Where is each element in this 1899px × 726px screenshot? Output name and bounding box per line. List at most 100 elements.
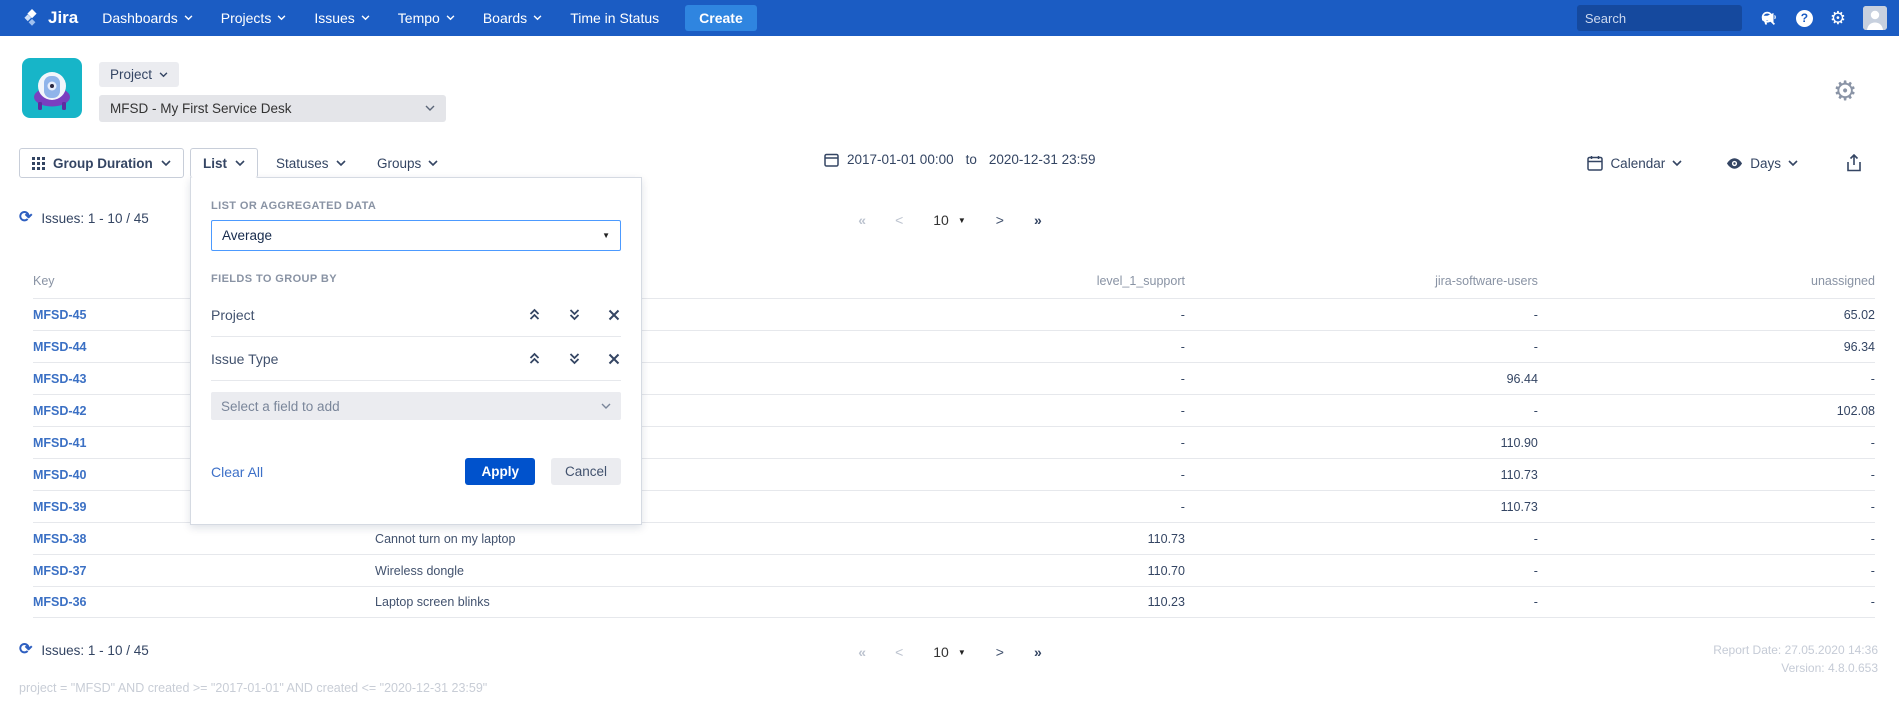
- chevron-down-icon: [277, 15, 286, 21]
- grid-icon: [32, 157, 45, 170]
- calendar-icon: [1587, 155, 1603, 171]
- cell-jira-software-users: -: [1185, 340, 1538, 354]
- chevron-down-icon: [235, 160, 245, 167]
- settings-gear-icon[interactable]: ⚙︎: [1833, 78, 1857, 105]
- issue-key-link[interactable]: MFSD-45: [33, 308, 86, 322]
- first-page-button[interactable]: «: [858, 212, 865, 228]
- group-duration-button[interactable]: Group Duration: [19, 148, 184, 178]
- cell-level-1-support: -: [825, 340, 1185, 354]
- nav-item-projects[interactable]: Projects: [221, 10, 287, 26]
- aggregation-select[interactable]: Average ▼: [211, 220, 621, 251]
- prev-page-button[interactable]: <: [895, 644, 903, 660]
- export-icon: [1846, 154, 1862, 172]
- megaphone-icon[interactable]: [1759, 8, 1779, 28]
- project-avatar: [22, 58, 82, 118]
- first-page-button[interactable]: «: [858, 644, 865, 660]
- cell-level-1-support: -: [825, 372, 1185, 386]
- chevron-down-icon: [425, 105, 435, 112]
- nav-menu: Dashboards Projects Issues Tempo Boards …: [102, 10, 659, 26]
- issue-key-link[interactable]: MFSD-41: [33, 436, 86, 450]
- issue-summary: Wireless dongle: [375, 564, 825, 578]
- move-bottom-icon[interactable]: [567, 352, 581, 366]
- table-row: MFSD-37 Wireless dongle 110.70 - -: [33, 554, 1875, 586]
- calendar-icon: [824, 152, 839, 167]
- search-input[interactable]: [1585, 11, 1761, 26]
- gear-icon[interactable]: ⚙︎: [1830, 9, 1846, 27]
- select-arrow-icon: ▼: [602, 231, 610, 240]
- cell-level-1-support: -: [825, 436, 1185, 450]
- apply-button[interactable]: Apply: [465, 458, 535, 485]
- jira-logo[interactable]: Jira: [22, 8, 78, 28]
- create-button[interactable]: Create: [685, 5, 757, 31]
- cell-unassigned: -: [1538, 500, 1875, 514]
- export-button[interactable]: [1846, 154, 1862, 172]
- column-header-jira-software-users: jira-software-users: [1185, 274, 1538, 288]
- cell-jira-software-users: 96.44: [1185, 372, 1538, 386]
- page-size-select[interactable]: 10 ▼: [933, 212, 966, 228]
- groups-button[interactable]: Groups: [377, 148, 438, 178]
- fields-section-label: FIELDS TO GROUP BY: [211, 273, 621, 285]
- cell-unassigned: -: [1538, 532, 1875, 546]
- project-select[interactable]: MFSD - My First Service Desk: [99, 95, 446, 122]
- user-avatar[interactable]: [1863, 6, 1887, 30]
- cell-jira-software-users: -: [1185, 404, 1538, 418]
- list-button[interactable]: List: [190, 148, 258, 178]
- issue-key-link[interactable]: MFSD-40: [33, 468, 86, 482]
- date-range[interactable]: 2017-01-01 00:00 to 2020-12-31 23:59: [824, 152, 1095, 167]
- cell-level-1-support: -: [825, 308, 1185, 322]
- move-top-icon[interactable]: [527, 352, 541, 366]
- last-page-button[interactable]: »: [1034, 644, 1041, 660]
- cell-level-1-support: -: [825, 500, 1185, 514]
- date-to: 2020-12-31 23:59: [989, 152, 1096, 167]
- page-size-select[interactable]: 10 ▼: [933, 644, 966, 660]
- report-date: Report Date: 27.05.2020 14:36: [1713, 641, 1878, 659]
- issue-key-link[interactable]: MFSD-42: [33, 404, 86, 418]
- divider: [211, 380, 621, 381]
- project-scope-button[interactable]: Project: [99, 62, 179, 87]
- cell-unassigned: -: [1538, 595, 1875, 609]
- cell-unassigned: -: [1538, 564, 1875, 578]
- issue-key-link[interactable]: MFSD-37: [33, 564, 86, 578]
- table-row: MFSD-36 Laptop screen blinks 110.23 - -: [33, 586, 1875, 618]
- cancel-button[interactable]: Cancel: [551, 458, 621, 485]
- issue-key-link[interactable]: MFSD-38: [33, 532, 86, 546]
- nav-item-tempo[interactable]: Tempo: [398, 10, 455, 26]
- nav-item-issues[interactable]: Issues: [314, 10, 369, 26]
- issue-key-link[interactable]: MFSD-39: [33, 500, 86, 514]
- table-row: MFSD-38 Cannot turn on my laptop 110.73 …: [33, 522, 1875, 554]
- move-bottom-icon[interactable]: [567, 308, 581, 322]
- cell-jira-software-users: -: [1185, 595, 1538, 609]
- next-page-button[interactable]: >: [996, 644, 1004, 660]
- pagination-bottom: « < 10 ▼ > »: [0, 644, 1899, 660]
- cell-level-1-support: 110.73: [825, 532, 1185, 546]
- next-page-button[interactable]: >: [996, 212, 1004, 228]
- issue-key-link[interactable]: MFSD-43: [33, 372, 86, 386]
- jira-logo-icon: [22, 8, 42, 28]
- nav-item-dashboards[interactable]: Dashboards: [102, 10, 193, 26]
- chevron-down-icon: [533, 15, 542, 21]
- search-box[interactable]: [1577, 5, 1742, 31]
- report-meta: Report Date: 27.05.2020 14:36 Version: 4…: [1713, 641, 1878, 677]
- report-version: Version: 4.8.0.653: [1713, 659, 1878, 677]
- nav-item-time-in-status[interactable]: Time in Status: [570, 10, 659, 26]
- calendar-mode-button[interactable]: Calendar: [1587, 155, 1682, 171]
- cell-jira-software-users: 110.73: [1185, 468, 1538, 482]
- cell-unassigned: -: [1538, 372, 1875, 386]
- days-unit-button[interactable]: Days: [1726, 156, 1798, 171]
- help-icon[interactable]: ?: [1796, 10, 1813, 27]
- issue-key-link[interactable]: MFSD-44: [33, 340, 86, 354]
- prev-page-button[interactable]: <: [895, 212, 903, 228]
- column-header-level-1-support: level_1_support: [825, 274, 1185, 288]
- cell-unassigned: 102.08: [1538, 404, 1875, 418]
- add-field-select[interactable]: Select a field to add: [211, 392, 621, 420]
- issue-key-link[interactable]: MFSD-36: [33, 595, 86, 609]
- statuses-button[interactable]: Statuses: [276, 148, 346, 178]
- move-top-icon[interactable]: [527, 308, 541, 322]
- nav-item-boards[interactable]: Boards: [483, 10, 542, 26]
- last-page-button[interactable]: »: [1034, 212, 1041, 228]
- remove-field-icon[interactable]: [607, 352, 621, 366]
- cell-level-1-support: -: [825, 404, 1185, 418]
- select-arrow-icon: ▼: [958, 216, 966, 225]
- remove-field-icon[interactable]: [607, 308, 621, 322]
- clear-all-link[interactable]: Clear All: [211, 464, 263, 480]
